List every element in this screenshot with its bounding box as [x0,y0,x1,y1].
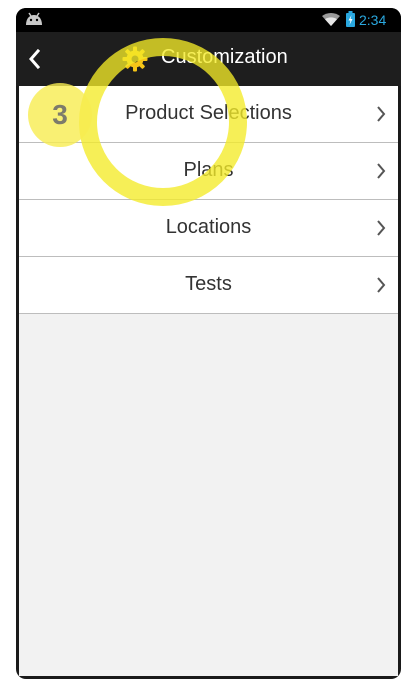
chevron-left-icon [29,49,40,69]
menu-item-label: Locations [165,216,252,238]
chevron-right-icon [377,277,386,293]
customization-menu: Product Selections Plans Locations Tests [19,86,398,314]
page: 2:34 Customization Product Selections Pl… [0,0,408,684]
menu-item-tests[interactable]: Tests [19,257,398,314]
android-icon [24,12,44,31]
gear-icon [122,46,148,77]
chevron-right-icon [377,163,386,179]
menu-item-label: Plans [183,159,234,181]
menu-item-product-selections[interactable]: Product Selections [19,86,398,143]
menu-item-plans[interactable]: Plans [19,143,398,200]
app-bar: Customization [16,32,401,86]
menu-item-label: Tests [185,273,232,295]
menu-item-locations[interactable]: Locations [19,200,398,257]
phone-screen: 2:34 Customization Product Selections Pl… [16,8,401,679]
back-button[interactable] [16,32,58,86]
status-bar: 2:34 [16,8,401,32]
content-area: Product Selections Plans Locations Tests [19,86,398,676]
page-title: Customization [161,46,288,68]
chevron-right-icon [377,220,386,236]
chevron-right-icon [377,106,386,122]
wifi-icon [322,13,340,32]
menu-item-label: Product Selections [125,102,292,124]
battery-icon [346,11,355,32]
status-time: 2:34 [359,12,387,28]
